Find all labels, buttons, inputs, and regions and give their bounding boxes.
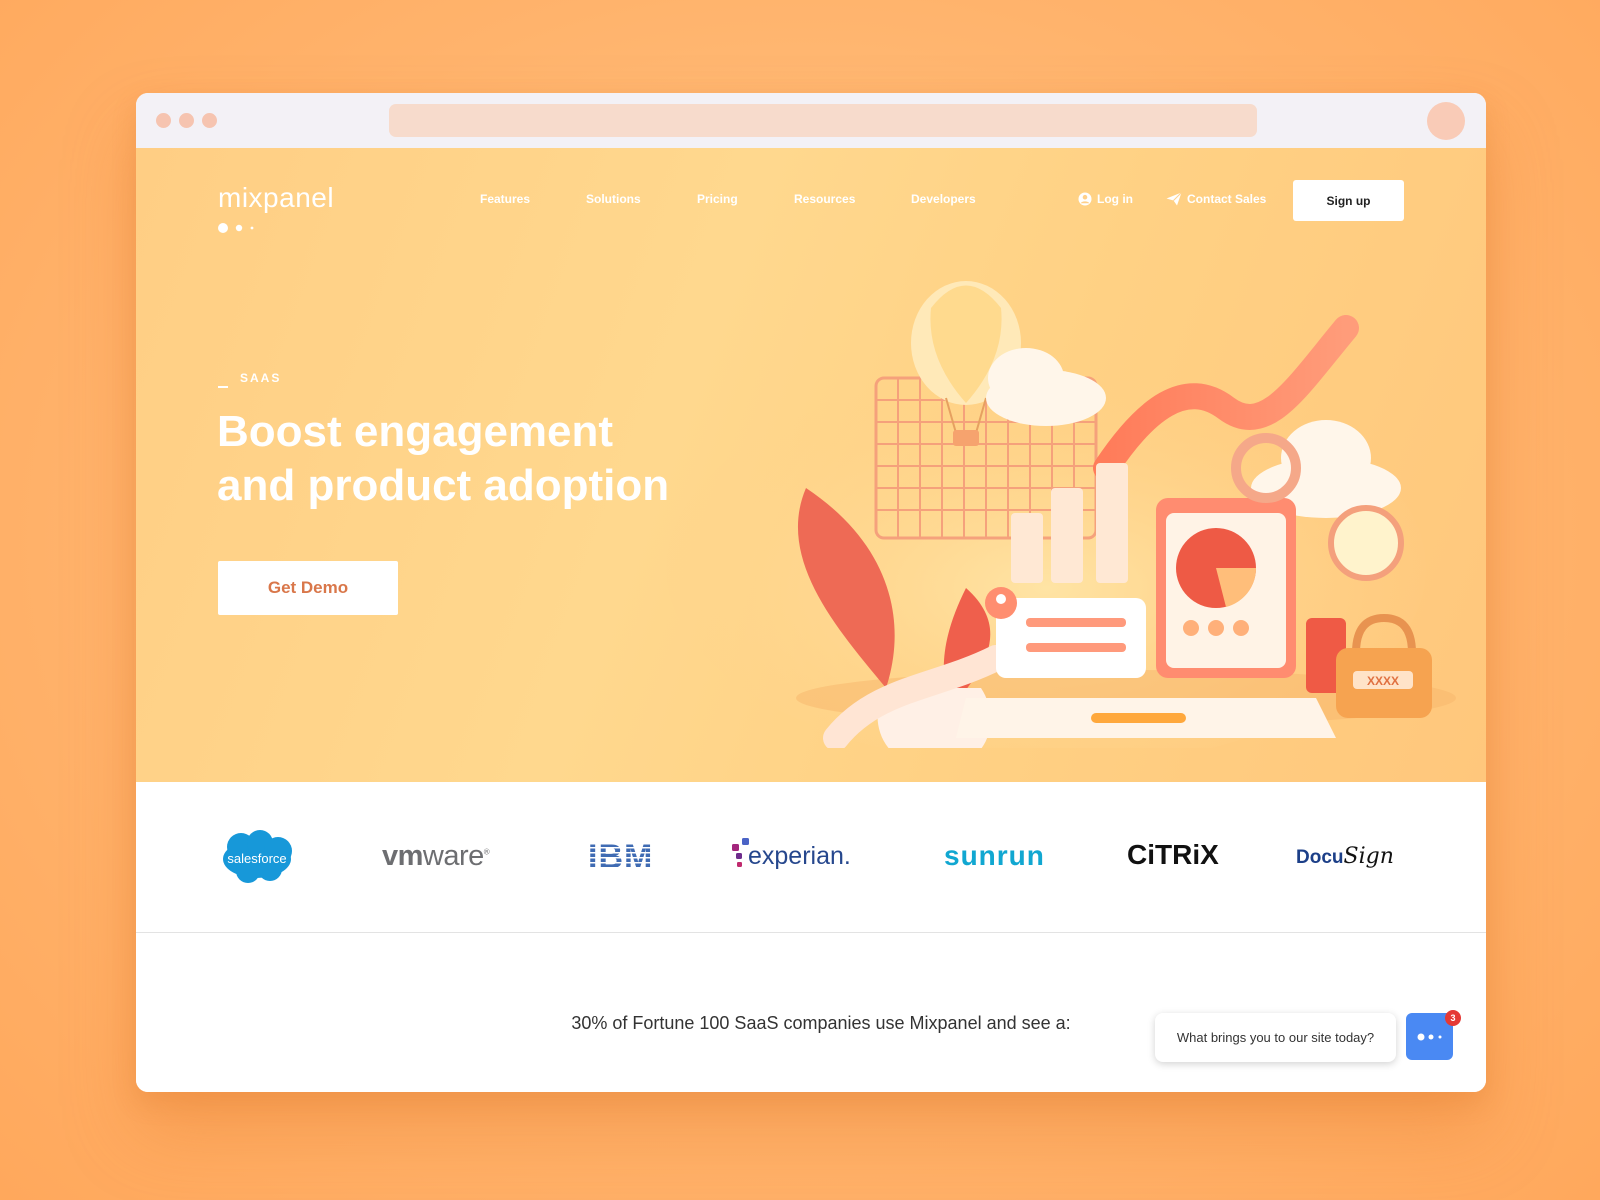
padlock-code-text: XXXX — [1367, 674, 1399, 688]
contact-sales-link[interactable]: Contact Sales — [1166, 192, 1266, 206]
nav-features[interactable]: Features — [480, 192, 530, 206]
address-bar[interactable] — [389, 104, 1257, 137]
nav-resources[interactable]: Resources — [794, 192, 855, 206]
nav-developers[interactable]: Developers — [911, 192, 976, 206]
experian-logo-text: experian. — [748, 842, 851, 870]
nav-pricing[interactable]: Pricing — [697, 192, 738, 206]
salesforce-logo-text: salesforce — [227, 851, 286, 866]
docusign-logo-text-b: Sign — [1343, 844, 1394, 869]
login-label: Log in — [1097, 192, 1133, 206]
window-close-dot[interactable] — [156, 113, 171, 128]
docusign-logo-text-a: Docu — [1296, 847, 1344, 868]
salesforce-logo: salesforce — [218, 829, 296, 889]
category-eyebrow: SAAS — [218, 371, 281, 388]
salesforce-cloud-icon: salesforce — [223, 830, 292, 883]
get-demo-button[interactable]: Get Demo — [218, 561, 398, 615]
vmware-logo-text-b: ware — [422, 840, 484, 872]
main-nav: Features Solutions Pricing Resources Dev… — [136, 192, 1486, 216]
headline-line-2: and product adoption — [217, 461, 670, 510]
ibm-stripes-overlay — [586, 847, 658, 869]
eyebrow-label: SAAS — [240, 371, 282, 385]
nav-solutions[interactable]: Solutions — [586, 192, 641, 206]
hero-headline: Boost engagement and product adoption — [217, 405, 687, 513]
customer-logos: salesforce vmware® IBM experia — [136, 782, 1486, 933]
window-maximize-dot[interactable] — [202, 113, 217, 128]
user-icon — [1078, 192, 1092, 206]
sign-up-button[interactable]: Sign up — [1293, 180, 1404, 221]
experian-dots-icon — [732, 838, 749, 867]
login-link[interactable]: Log in — [1078, 192, 1133, 206]
docusign-logo: DocuSign — [1296, 844, 1394, 869]
chat-prompt-bubble[interactable]: What brings you to our site today? — [1155, 1013, 1396, 1062]
citrix-logo: CiTRiX — [1127, 839, 1219, 870]
profile-avatar[interactable] — [1427, 102, 1465, 140]
browser-chrome — [136, 93, 1486, 148]
vmware-logo: vmware® — [382, 840, 490, 872]
window-minimize-dot[interactable] — [179, 113, 194, 128]
experian-logo: experian. — [732, 838, 851, 871]
chat-unread-badge: 3 — [1445, 1010, 1461, 1026]
browser-window: mixpanel Features Solutions Pricing Reso… — [136, 93, 1486, 1092]
eyebrow-dash — [218, 386, 228, 388]
hero-illustration: XXXX — [666, 281, 1456, 748]
headline-line-1: Boost engagement — [217, 407, 614, 456]
contact-sales-label: Contact Sales — [1187, 192, 1267, 206]
paper-plane-icon — [1166, 192, 1182, 206]
logo-dots-icon — [218, 223, 254, 233]
sunrun-logo: sunrun — [944, 840, 1045, 871]
hero-section: mixpanel Features Solutions Pricing Reso… — [136, 148, 1486, 782]
vmware-logo-text-a: vm — [382, 840, 423, 872]
ibm-logo: IBM — [586, 838, 658, 877]
